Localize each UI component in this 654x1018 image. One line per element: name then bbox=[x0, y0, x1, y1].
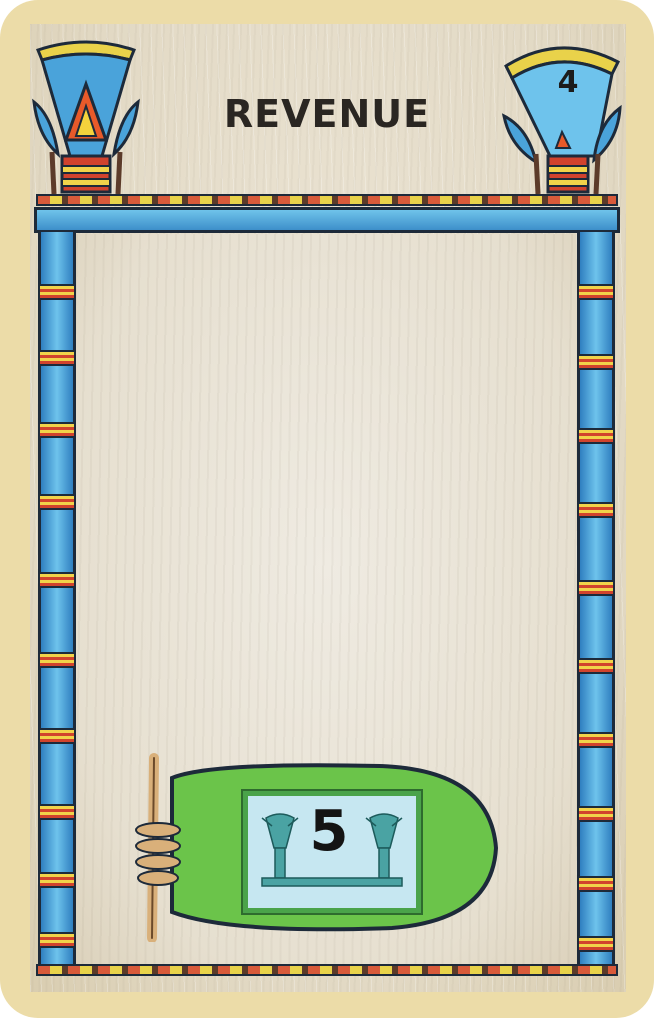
bottom-checker-border bbox=[36, 964, 618, 976]
lintel-beam bbox=[34, 207, 620, 233]
card-title: REVENUE bbox=[223, 92, 431, 136]
right-pillar bbox=[577, 232, 615, 974]
left-pillar bbox=[38, 232, 76, 974]
revenue-card[interactable]: 4 REVENUE 5 bbox=[0, 0, 654, 1018]
revenue-value: 5 bbox=[309, 799, 349, 864]
top-checker-border bbox=[36, 194, 618, 206]
